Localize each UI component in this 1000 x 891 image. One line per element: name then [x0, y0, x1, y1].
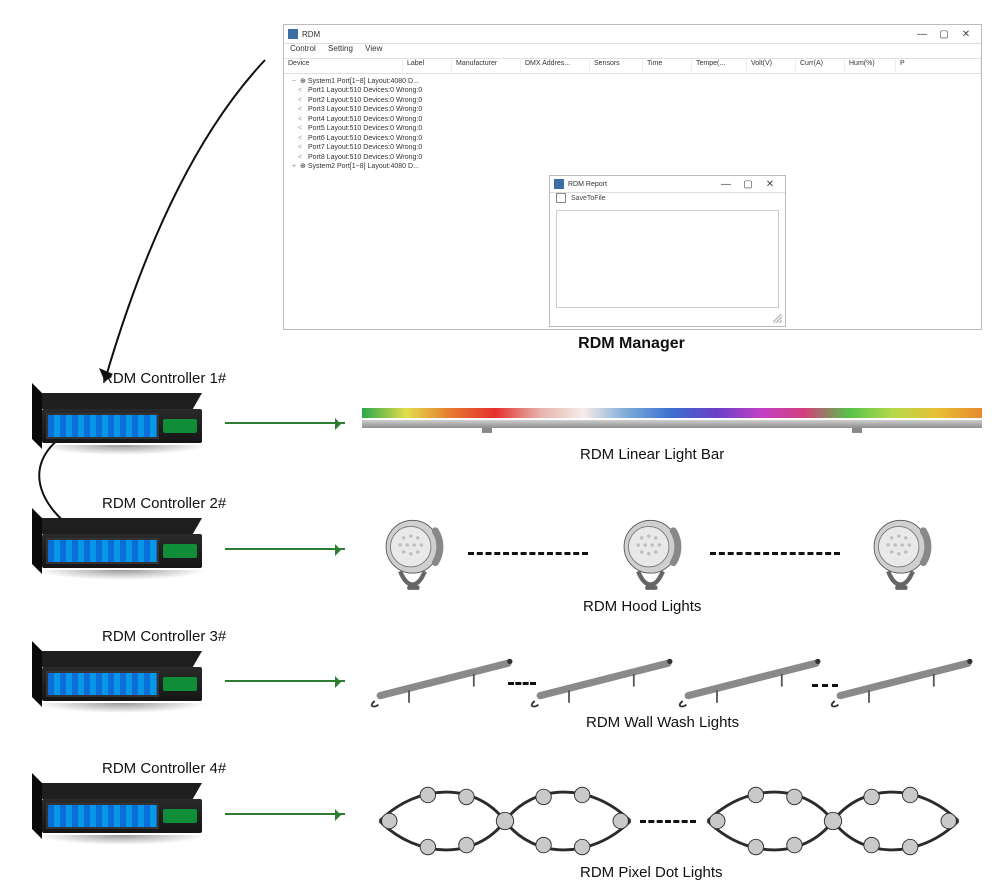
col-device[interactable]: Device — [284, 59, 403, 73]
arrow-2-icon — [225, 548, 345, 550]
col-volt[interactable]: Volt(V) — [747, 59, 796, 73]
report-body[interactable] — [556, 210, 779, 308]
col-manufacturer[interactable]: Manufacturer — [452, 59, 521, 73]
tree-port[interactable]: Port6 Layout:510 Devices:0 Wrong:0 — [290, 134, 975, 143]
pixel-dot-cluster — [698, 776, 968, 866]
wall-wash-label: RDM Wall Wash Lights — [586, 714, 739, 731]
dashed-connector-icon — [812, 684, 838, 687]
rdm-controller-3: RDM Controller 3# — [32, 628, 202, 707]
tree-port[interactable]: Port7 Layout:510 Devices:0 Wrong:0 — [290, 143, 975, 152]
hood-light — [608, 508, 700, 596]
controller-2-label: RDM Controller 2# — [32, 495, 202, 512]
report-minimize-button[interactable]: — — [715, 179, 737, 190]
window-minimize-button[interactable]: — — [911, 29, 933, 40]
wall-wash-light — [830, 656, 980, 710]
pixel-dots-label: RDM Pixel Dot Lights — [580, 864, 723, 881]
device-tree[interactable]: −⊕ System1 Port[1~8] Layout:4080 D... Po… — [284, 74, 981, 174]
col-curr[interactable]: Curr(A) — [796, 59, 845, 73]
table-header: Device Label Manufacturer DMX Addres... … — [284, 58, 981, 74]
linear-bar-label: RDM Linear Light Bar — [580, 446, 724, 463]
col-temp[interactable]: Tempe(... — [692, 59, 747, 73]
window-title: RDM — [302, 30, 320, 39]
report-app-icon — [554, 179, 564, 189]
dashed-connector-icon — [468, 552, 588, 555]
wall-wash-light — [370, 656, 520, 710]
report-close-button[interactable]: ✕ — [759, 179, 781, 190]
col-sensors[interactable]: Sensors — [590, 59, 643, 73]
report-toolbar: SaveToFile — [550, 193, 785, 207]
tree-port[interactable]: Port5 Layout:510 Devices:0 Wrong:0 — [290, 124, 975, 133]
controller-ports-icon — [46, 413, 159, 439]
arrow-3-icon — [225, 680, 345, 682]
controller-ports-icon — [46, 538, 159, 564]
controller-3-label: RDM Controller 3# — [32, 628, 202, 645]
save-to-file-label: SaveToFile — [571, 195, 606, 202]
arrow-pc-to-controller-icon — [30, 50, 290, 410]
controller-ports-icon — [46, 671, 159, 697]
col-hum[interactable]: Hum(%) — [845, 59, 896, 73]
arrow-4-icon — [225, 813, 345, 815]
rdm-report-window[interactable]: RDM Report — ▢ ✕ SaveToFile — [549, 175, 786, 327]
tree-port[interactable]: Port2 Layout:510 Devices:0 Wrong:0 — [290, 96, 975, 105]
rdm-manager-window: RDM — ▢ ✕ Control Setting View Device La… — [283, 24, 982, 330]
window-titlebar[interactable]: RDM — ▢ ✕ — [284, 25, 981, 44]
rdm-controller-1: RDM Controller 1# — [32, 370, 202, 449]
controller-1-label: RDM Controller 1# — [32, 370, 202, 387]
hood-light — [858, 508, 950, 596]
menu-control[interactable]: Control — [290, 44, 316, 53]
menu-view[interactable]: View — [365, 44, 382, 53]
rail-icon — [362, 420, 982, 428]
report-titlebar[interactable]: RDM Report — ▢ ✕ — [550, 176, 785, 193]
tree-expand-icon[interactable]: + — [290, 162, 298, 171]
col-p[interactable]: P — [896, 59, 981, 73]
hood-light — [370, 508, 462, 596]
tree-system1[interactable]: System1 Port[1~8] Layout:4080 D... — [308, 78, 419, 85]
app-icon — [288, 29, 298, 39]
wall-wash-light — [678, 656, 828, 710]
tree-port[interactable]: Port3 Layout:510 Devices:0 Wrong:0 — [290, 105, 975, 114]
dashed-connector-icon — [710, 552, 840, 555]
save-to-file-checkbox[interactable] — [556, 193, 566, 203]
window-close-button[interactable]: ✕ — [955, 29, 977, 40]
arrow-1-icon — [225, 422, 345, 424]
rdm-controller-2: RDM Controller 2# — [32, 495, 202, 574]
report-title: RDM Report — [568, 181, 607, 188]
menu-setting[interactable]: Setting — [328, 44, 353, 53]
dashed-connector-icon — [508, 682, 536, 685]
controller-ports-icon — [46, 803, 159, 829]
resize-handle-icon[interactable] — [773, 314, 782, 323]
hood-lights-label: RDM Hood Lights — [583, 598, 701, 615]
col-label[interactable]: Label — [403, 59, 452, 73]
controller-4-label: RDM Controller 4# — [32, 760, 202, 777]
tree-port[interactable]: Port4 Layout:510 Devices:0 Wrong:0 — [290, 115, 975, 124]
tree-system2[interactable]: System2 Port[1~8] Layout:4080 D... — [308, 163, 419, 170]
linear-light-bar — [362, 408, 982, 442]
col-time[interactable]: Time — [643, 59, 692, 73]
report-maximize-button[interactable]: ▢ — [737, 179, 759, 190]
rdm-controller-4: RDM Controller 4# — [32, 760, 202, 839]
wall-wash-light — [530, 656, 680, 710]
tree-port[interactable]: Port1 Layout:510 Devices:0 Wrong:0 — [290, 86, 975, 95]
col-dmx[interactable]: DMX Addres... — [521, 59, 590, 73]
pixel-dot-cluster — [370, 776, 640, 866]
window-maximize-button[interactable]: ▢ — [933, 29, 955, 40]
spectrum-icon — [362, 408, 982, 418]
dashed-connector-icon — [640, 820, 696, 823]
menubar: Control Setting View — [284, 44, 981, 58]
app-caption: RDM Manager — [283, 335, 980, 353]
tree-collapse-icon[interactable]: − — [290, 77, 298, 86]
tree-port[interactable]: Port8 Layout:510 Devices:0 Wrong:0 — [290, 153, 975, 162]
